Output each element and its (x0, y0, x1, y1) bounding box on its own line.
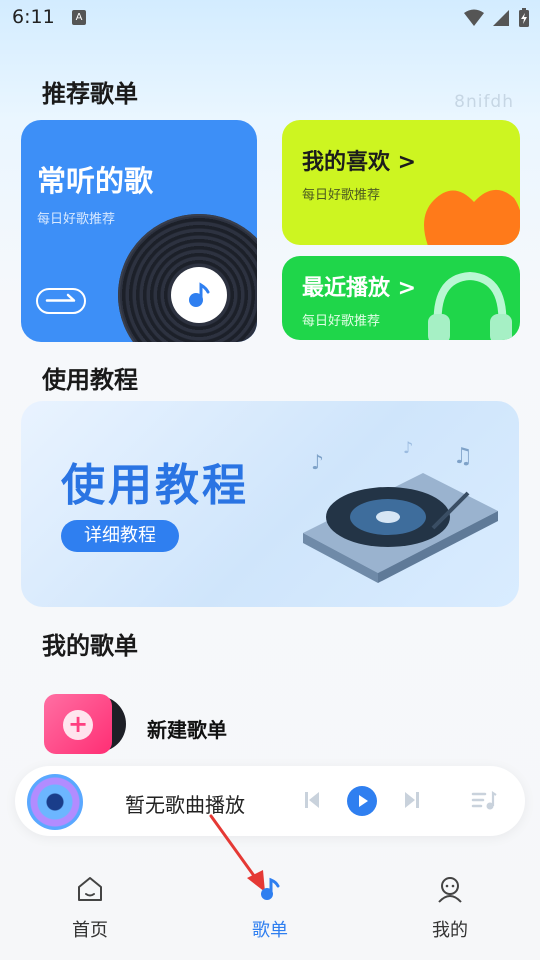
frequent-songs-title: 常听的歌 (37, 164, 154, 198)
nav-profile-label: 我的 (432, 920, 468, 941)
music-note-icon (171, 267, 227, 323)
playlist-queue-icon[interactable] (471, 788, 497, 812)
play-button[interactable] (347, 786, 377, 816)
new-playlist-item[interactable]: + 新建歌单 (44, 694, 484, 754)
wifi-icon (464, 9, 484, 26)
next-icon[interactable] (403, 788, 421, 812)
signal-icon (493, 10, 509, 26)
recent-played-subtitle: 每日好歌推荐 (302, 314, 381, 329)
recent-played-card[interactable]: 最近播放 > 每日好歌推荐 (282, 256, 520, 340)
user-icon (438, 877, 462, 903)
heart-icon (424, 190, 520, 245)
tutorial-banner-title: 使用教程 (61, 460, 249, 511)
nav-home-label: 首页 (72, 920, 108, 941)
status-icons (464, 8, 530, 28)
svg-text:♪: ♪ (403, 438, 413, 457)
svg-text:♪: ♪ (311, 450, 324, 474)
frequent-songs-card[interactable]: 常听的歌 每日好歌推荐 (21, 120, 257, 342)
watermark: 8nifdh (454, 92, 514, 112)
bottom-nav: 首页 歌单 我的 (0, 860, 540, 960)
recommend-section-title: 推荐歌单 (42, 80, 138, 108)
tutorial-section-title: 使用教程 (42, 366, 138, 394)
nav-home[interactable]: 首页 (45, 874, 135, 942)
battery-icon (519, 8, 529, 27)
favorites-subtitle: 每日好歌推荐 (302, 188, 381, 203)
nav-profile[interactable]: 我的 (405, 874, 495, 942)
status-time: 6:11 (12, 6, 55, 28)
svg-text:♫: ♫ (453, 444, 473, 469)
nav-playlist[interactable]: 歌单 (225, 874, 315, 942)
turntable-icon: ♪ ♫ ♪ (303, 438, 498, 583)
frequent-songs-subtitle: 每日好歌推荐 (37, 212, 116, 227)
new-playlist-label: 新建歌单 (147, 718, 227, 742)
plus-icon: + (63, 710, 93, 740)
notification-a-icon: A (72, 10, 86, 25)
tutorial-detail-button[interactable]: 详细教程 (61, 520, 179, 552)
player-cover-art[interactable] (27, 774, 83, 830)
headphones-icon (428, 271, 512, 340)
favorites-card[interactable]: 我的喜欢 > 每日好歌推荐 (282, 120, 520, 245)
tutorial-banner[interactable]: 使用教程 详细教程 ♪ ♫ ♪ (21, 401, 519, 607)
vinyl-record-icon (118, 214, 257, 342)
favorites-title: 我的喜欢 > (302, 150, 417, 175)
play-icon (359, 795, 368, 807)
previous-icon[interactable] (303, 788, 321, 812)
home-icon (78, 877, 102, 901)
nav-playlist-label: 歌单 (252, 920, 288, 941)
recent-played-title: 最近播放 > (302, 276, 417, 301)
status-bar: 6:11 A (0, 0, 540, 36)
arrow-right-icon[interactable] (36, 288, 86, 314)
my-playlists-section-title: 我的歌单 (42, 632, 138, 660)
music-note-icon (261, 877, 280, 900)
